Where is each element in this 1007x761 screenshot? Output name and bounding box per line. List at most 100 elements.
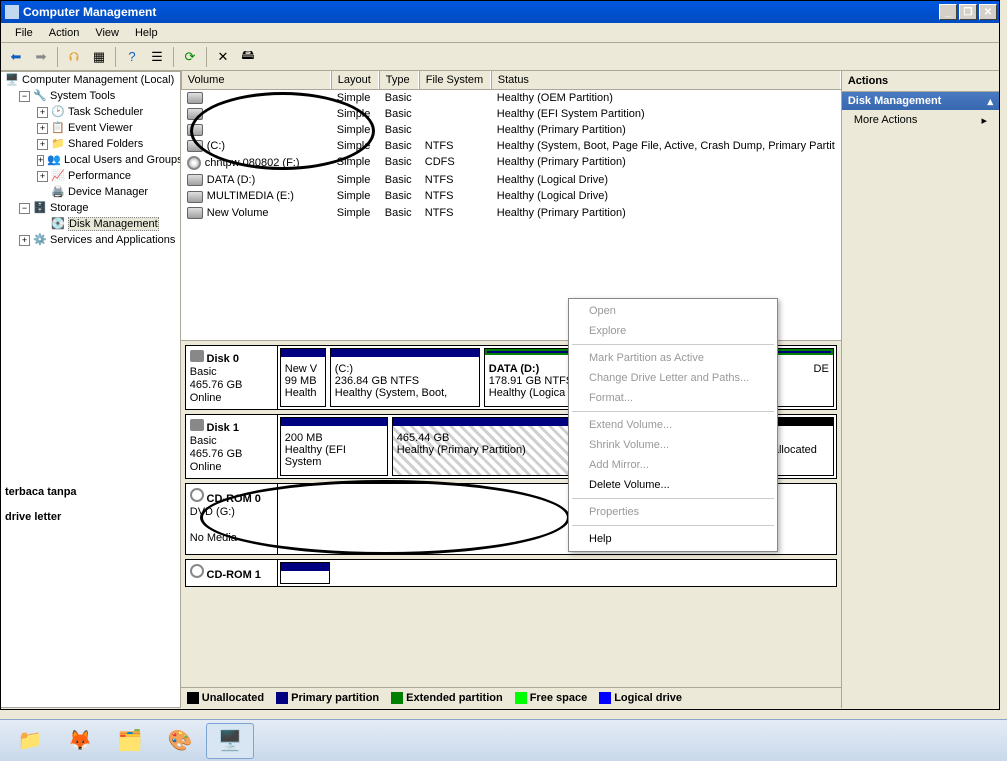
legend-primary-swatch — [276, 692, 288, 704]
context-menu-item: Mark Partition as Active — [571, 348, 775, 368]
help-button[interactable]: ? — [121, 46, 143, 68]
menu-help[interactable]: Help — [127, 25, 166, 41]
forward-button[interactable]: ➡ — [30, 46, 52, 68]
volume-row[interactable]: (C:)SimpleBasicNTFSHealthy (System, Boot… — [181, 138, 841, 154]
event-icon: 📋 — [51, 121, 65, 135]
drive-icon — [187, 174, 203, 186]
expand-icon[interactable]: + — [37, 123, 48, 134]
volume-row[interactable]: DATA (D:)SimpleBasicNTFSHealthy (Logical… — [181, 172, 841, 188]
context-menu-item: Properties — [571, 502, 775, 522]
legend-free-swatch — [515, 692, 527, 704]
show-hide-tree-button[interactable]: ▦ — [88, 46, 110, 68]
cdrom-1-row[interactable]: CD-ROM 1 — [185, 559, 837, 587]
storage-icon: 🗄️ — [33, 201, 47, 215]
volume-row[interactable]: SimpleBasicHealthy (Primary Partition) — [181, 122, 841, 138]
actions-heading[interactable]: Disk Management▴ — [842, 92, 999, 110]
legend-unallocated-swatch — [187, 692, 199, 704]
context-menu-item[interactable]: Delete Volume... — [571, 475, 775, 495]
collapse-icon[interactable]: − — [19, 91, 30, 102]
window-title: Computer Management — [23, 5, 939, 19]
expand-icon[interactable]: + — [19, 235, 30, 246]
taskbar-explorer[interactable]: 📁 — [6, 723, 54, 759]
taskbar-computer-management[interactable]: 🖥️ — [206, 723, 254, 759]
partition-box[interactable]: (C:)236.84 GB NTFSHealthy (System, Boot, — [330, 348, 480, 407]
taskbar-folder[interactable]: 🗂️ — [106, 723, 154, 759]
menu-action[interactable]: Action — [41, 25, 88, 41]
col-type[interactable]: Type — [379, 71, 419, 89]
volume-row[interactable]: MULTIMEDIA (E:)SimpleBasicNTFSHealthy (L… — [181, 188, 841, 204]
toolbar: ⬅ ➡ ⮉ ▦ ? ☰ ⟳ ✕ 🖴 — [1, 43, 999, 71]
chevron-right-icon: ▸ — [981, 114, 987, 127]
perf-icon: 📈 — [51, 169, 65, 183]
disk-0-info[interactable]: Disk 0 Basic 465.76 GB Online — [186, 346, 278, 409]
disk-1-info[interactable]: Disk 1 Basic 465.76 GB Online — [186, 415, 278, 478]
tree-task-scheduler[interactable]: +🕑Task Scheduler — [1, 104, 180, 120]
context-menu[interactable]: OpenExplore Mark Partition as ActiveChang… — [568, 298, 778, 552]
settings-button[interactable]: 🖴 — [237, 46, 259, 68]
taskbar-firefox[interactable]: 🦊 — [56, 723, 104, 759]
volume-row[interactable]: New VolumeSimpleBasicNTFSHealthy (Primar… — [181, 205, 841, 221]
cdrom-1-info[interactable]: CD-ROM 1 — [186, 560, 278, 586]
navigation-tree[interactable]: 🖥️Computer Management (Local) −🔧System T… — [1, 71, 181, 708]
tree-device-manager[interactable]: 🖨️Device Manager — [1, 184, 180, 200]
users-icon: 👥 — [47, 153, 61, 167]
taskbar[interactable]: 📁 🦊 🗂️ 🎨 🖥️ — [0, 719, 1007, 761]
menu-view[interactable]: View — [87, 25, 127, 41]
tree-disk-management[interactable]: 💽Disk Management — [1, 216, 180, 232]
partition-box[interactable]: New V99 MBHealth — [280, 348, 326, 407]
expand-icon[interactable]: + — [37, 107, 48, 118]
taskbar-paint[interactable]: 🎨 — [156, 723, 204, 759]
folder-icon: 📁 — [51, 137, 65, 151]
expand-icon[interactable]: + — [37, 171, 48, 182]
scheduler-icon: 🕑 — [51, 105, 65, 119]
partition-box[interactable]: 200 MBHealthy (EFI System — [280, 417, 388, 476]
close-button[interactable]: ✕ — [979, 4, 997, 20]
cdrom-0-info[interactable]: CD-ROM 0 DVD (G:) No Media — [186, 484, 278, 554]
tree-shared-folders[interactable]: +📁Shared Folders — [1, 136, 180, 152]
context-menu-item: Format... — [571, 388, 775, 408]
context-menu-item: Open — [571, 301, 775, 321]
volume-row[interactable]: chntpw 080802 (F:)SimpleBasicCDFSHealthy… — [181, 154, 841, 172]
titlebar[interactable]: Computer Management _ ❐ ✕ — [1, 1, 999, 23]
back-button[interactable]: ⬅ — [5, 46, 27, 68]
col-status[interactable]: Status — [491, 71, 841, 89]
volume-list-header: Volume Layout Type File System Status — [181, 71, 841, 90]
col-fs[interactable]: File System — [419, 71, 491, 89]
tree-storage[interactable]: −🗄️Storage — [1, 200, 180, 216]
up-button[interactable]: ⮉ — [63, 46, 85, 68]
actions-panel: Actions Disk Management▴ More Actions▸ — [842, 71, 999, 708]
drive-icon — [187, 140, 203, 152]
chevron-up-icon: ▴ — [987, 95, 993, 108]
col-layout[interactable]: Layout — [331, 71, 379, 89]
tree-performance[interactable]: +📈Performance — [1, 168, 180, 184]
expand-icon[interactable]: + — [37, 139, 48, 150]
services-icon: ⚙️ — [33, 233, 47, 247]
properties-button[interactable]: ☰ — [146, 46, 168, 68]
drive-icon — [187, 207, 203, 219]
collapse-icon[interactable]: − — [19, 203, 30, 214]
context-menu-item[interactable]: Help — [571, 529, 775, 549]
menu-file[interactable]: File — [7, 25, 41, 41]
cd-icon — [187, 156, 201, 170]
computer-icon: 🖥️ — [5, 73, 19, 87]
tree-local-users[interactable]: +👥Local Users and Groups — [1, 152, 180, 168]
disk-icon — [190, 350, 204, 362]
maximize-button[interactable]: ❐ — [959, 4, 977, 20]
refresh-button[interactable]: ⟳ — [179, 46, 201, 68]
tree-root[interactable]: 🖥️Computer Management (Local) — [1, 72, 180, 88]
expand-icon[interactable]: + — [37, 155, 44, 166]
tools-icon: 🔧 — [33, 89, 47, 103]
tree-system-tools[interactable]: −🔧System Tools — [1, 88, 180, 104]
tree-event-viewer[interactable]: +📋Event Viewer — [1, 120, 180, 136]
context-menu-item: Explore — [571, 321, 775, 341]
volume-row[interactable]: SimpleBasicHealthy (EFI System Partition… — [181, 106, 841, 122]
annotation-text: terbaca tanpa drive letter — [5, 478, 77, 528]
tree-services[interactable]: +⚙️Services and Applications — [1, 232, 180, 248]
delete-button[interactable]: ✕ — [212, 46, 234, 68]
minimize-button[interactable]: _ — [939, 4, 957, 20]
more-actions[interactable]: More Actions▸ — [842, 110, 999, 131]
col-volume[interactable]: Volume — [181, 71, 331, 89]
volume-row[interactable]: SimpleBasicHealthy (OEM Partition) — [181, 90, 841, 106]
cd-icon — [190, 564, 204, 578]
context-menu-item: Change Drive Letter and Paths... — [571, 368, 775, 388]
